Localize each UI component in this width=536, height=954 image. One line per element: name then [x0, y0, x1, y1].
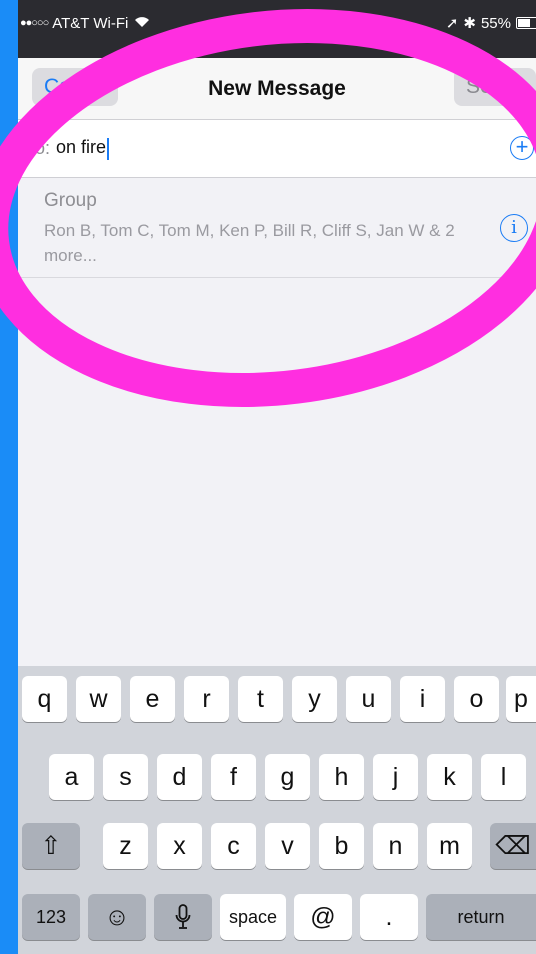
recipient-input[interactable]: on fire: [56, 137, 110, 160]
key-d[interactable]: d: [157, 754, 202, 800]
microphone-icon: [175, 904, 191, 929]
microphone-key[interactable]: [154, 894, 212, 940]
key-f[interactable]: f: [211, 754, 256, 800]
suggestion-title: Group: [44, 190, 97, 211]
key-o[interactable]: o: [454, 676, 499, 722]
battery-percent: 55%: [480, 14, 511, 32]
key-a[interactable]: a: [49, 754, 94, 800]
key-c[interactable]: c: [211, 823, 256, 869]
key-m[interactable]: m: [427, 823, 472, 869]
text-caret: [107, 137, 110, 160]
key-l[interactable]: l: [481, 754, 526, 800]
bluetooth-icon: ✱: [463, 15, 476, 32]
battery-icon: [516, 17, 536, 29]
return-key[interactable]: return: [426, 894, 536, 940]
recipient-field[interactable]: To: on fire +: [18, 120, 536, 178]
shift-key[interactable]: ⇧: [22, 823, 80, 869]
key-y[interactable]: y: [292, 676, 337, 722]
key-j[interactable]: j: [373, 754, 418, 800]
wifi-icon: [134, 15, 150, 32]
keyboard: q w e r t y u i o p a s d f g h j k l ⇧ …: [18, 666, 536, 954]
emoji-key[interactable]: ☺: [88, 894, 146, 940]
key-z[interactable]: z: [103, 823, 148, 869]
delete-key[interactable]: ⌫: [490, 823, 536, 869]
signal-icon: ●●○○○: [20, 17, 49, 29]
at-key[interactable]: @: [294, 894, 352, 940]
period-key[interactable]: .: [360, 894, 418, 940]
suggestion-members: Ron B, Tom C, Tom M, Ken P, Bill R, Clif…: [44, 221, 455, 265]
key-e[interactable]: e: [130, 676, 175, 722]
key-h[interactable]: h: [319, 754, 364, 800]
key-t[interactable]: t: [238, 676, 283, 722]
to-label: To:: [26, 138, 51, 158]
key-s[interactable]: s: [103, 754, 148, 800]
recipient-text: on fire: [56, 137, 107, 158]
add-contact-icon[interactable]: +: [510, 136, 534, 160]
key-v[interactable]: v: [265, 823, 310, 869]
carrier-label: AT&T Wi-Fi: [52, 14, 129, 32]
key-u[interactable]: u: [346, 676, 391, 722]
location-icon: ➚: [445, 15, 459, 32]
key-g[interactable]: g: [265, 754, 310, 800]
group-suggestion[interactable]: Group Ron B, Tom C, Tom M, Ken P, Bill R…: [18, 178, 536, 278]
key-k[interactable]: k: [427, 754, 472, 800]
phone-screen: ●●○○○ AT&T Wi-Fi ➚ ✱ 55% Cancel New Mess…: [18, 0, 536, 954]
battery-level: [518, 19, 531, 27]
key-b[interactable]: b: [319, 823, 364, 869]
status-bar: ●●○○○ AT&T Wi-Fi ➚ ✱ 55%: [18, 0, 536, 58]
key-q[interactable]: q: [22, 676, 67, 722]
key-r[interactable]: r: [184, 676, 229, 722]
send-button[interactable]: Send: [454, 68, 536, 106]
info-icon[interactable]: i: [500, 214, 528, 242]
key-x[interactable]: x: [157, 823, 202, 869]
space-key[interactable]: space: [220, 894, 286, 940]
numbers-key[interactable]: 123: [22, 894, 80, 940]
nav-bar: Cancel New Message Send: [18, 58, 536, 120]
key-p[interactable]: p: [506, 676, 536, 722]
key-n[interactable]: n: [373, 823, 418, 869]
key-w[interactable]: w: [76, 676, 121, 722]
key-i[interactable]: i: [400, 676, 445, 722]
